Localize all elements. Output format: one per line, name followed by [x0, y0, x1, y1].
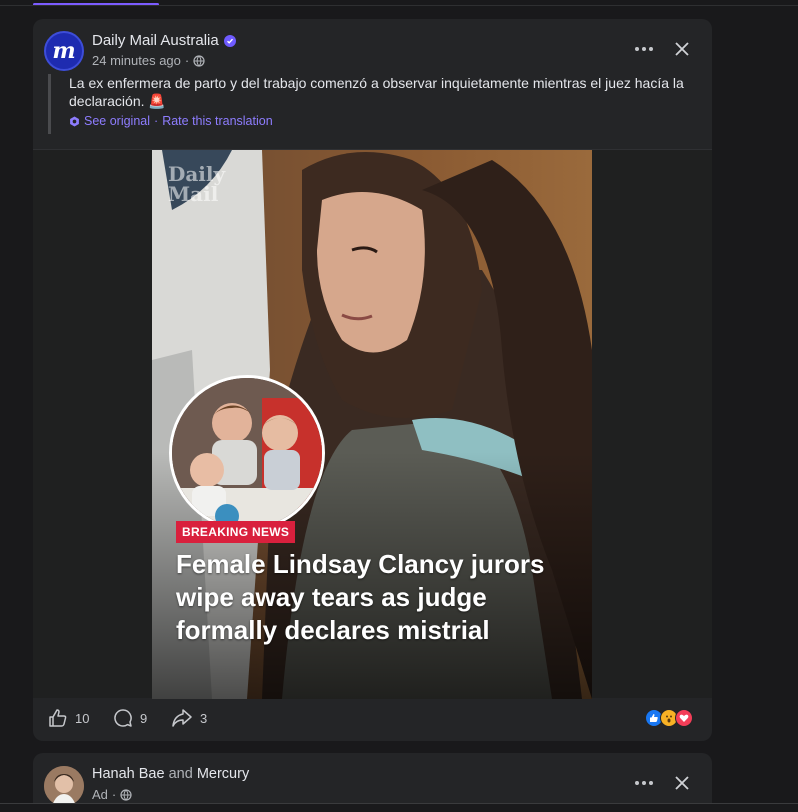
more-dot-icon: [635, 781, 639, 785]
translated-text-block: La ex enfermera de parto y del trabajo c…: [48, 74, 698, 134]
post-action-bar: 10 9 3: [33, 698, 712, 741]
translate-gear-icon: [70, 115, 79, 127]
inset-children-photo: [169, 375, 325, 531]
avatar-logo-letter: m: [52, 38, 76, 64]
see-original-link[interactable]: See original: [84, 114, 150, 128]
page-name-row: Daily Mail Australia: [92, 32, 236, 49]
ad-label[interactable]: Ad: [92, 787, 108, 802]
advertiser-name-link[interactable]: Hanah Bae: [92, 766, 165, 782]
globe-icon: [120, 788, 132, 801]
divider: [0, 5, 798, 6]
rate-translation-link[interactable]: Rate this translation: [162, 114, 272, 128]
comment-button[interactable]: 9: [113, 708, 147, 728]
close-icon: [675, 776, 689, 790]
more-dot-icon: [635, 47, 639, 51]
feed-post: m Daily Mail Australia 24 minutes ago · …: [33, 19, 712, 741]
advertiser-names: Hanah Bae and Mercury: [92, 766, 249, 782]
advertiser-photo: [44, 766, 84, 806]
and-label: and: [168, 766, 193, 782]
share-button[interactable]: 3: [171, 708, 207, 728]
share-count: 3: [200, 710, 208, 726]
post-text: La ex enfermera de parto y del trabajo c…: [69, 75, 684, 109]
page-avatar[interactable]: m: [44, 31, 84, 71]
ad-meta: Ad ·: [92, 787, 132, 802]
advertiser-avatar[interactable]: [44, 766, 84, 806]
close-icon: [675, 42, 689, 56]
more-dot-icon: [649, 47, 653, 51]
meta-separator: ·: [184, 53, 190, 68]
like-button[interactable]: 10: [48, 708, 89, 728]
post-meta: 24 minutes ago ·: [92, 53, 205, 68]
close-post-button[interactable]: [669, 770, 695, 796]
more-dot-icon: [642, 47, 646, 51]
meta-separator: ·: [111, 787, 117, 802]
comment-icon: [114, 709, 132, 727]
more-dot-icon: [649, 781, 653, 785]
watermark-line: Daily: [168, 162, 226, 186]
more-options-button[interactable]: [629, 770, 659, 796]
link-separator: ·: [154, 114, 159, 128]
post-timestamp[interactable]: 24 minutes ago: [92, 53, 181, 68]
comment-count: 9: [140, 710, 148, 726]
like-count: 10: [75, 710, 90, 726]
post-header: m Daily Mail Australia 24 minutes ago · …: [33, 19, 712, 149]
news-photo[interactable]: Daily Mail BREAKING NEWS Female Lindsay …: [152, 150, 592, 699]
globe-icon: [193, 54, 205, 67]
news-headline: Female Lindsay Clancy jurors wipe away t…: [176, 549, 545, 645]
children-photo-illustration: [172, 378, 322, 528]
close-post-button[interactable]: [669, 36, 695, 62]
window-bottom-edge: [0, 803, 798, 812]
post-media[interactable]: Daily Mail BREAKING NEWS Female Lindsay …: [33, 149, 712, 699]
thumbs-up-icon: [49, 709, 67, 727]
daily-mail-watermark: Daily Mail: [168, 164, 225, 204]
translation-links: See original · Rate this translation: [69, 114, 698, 128]
advertiser-name-link[interactable]: Mercury: [197, 766, 249, 782]
love-icon: [675, 709, 693, 727]
reaction-summary[interactable]: [645, 709, 693, 727]
breaking-news-badge: BREAKING NEWS: [176, 521, 296, 543]
more-dot-icon: [642, 781, 646, 785]
watermark-line: Mail: [168, 182, 219, 206]
more-options-button[interactable]: [629, 36, 659, 62]
share-icon: [172, 709, 192, 727]
page-name-link[interactable]: Daily Mail Australia: [92, 32, 219, 49]
verified-badge-icon: [223, 34, 236, 47]
